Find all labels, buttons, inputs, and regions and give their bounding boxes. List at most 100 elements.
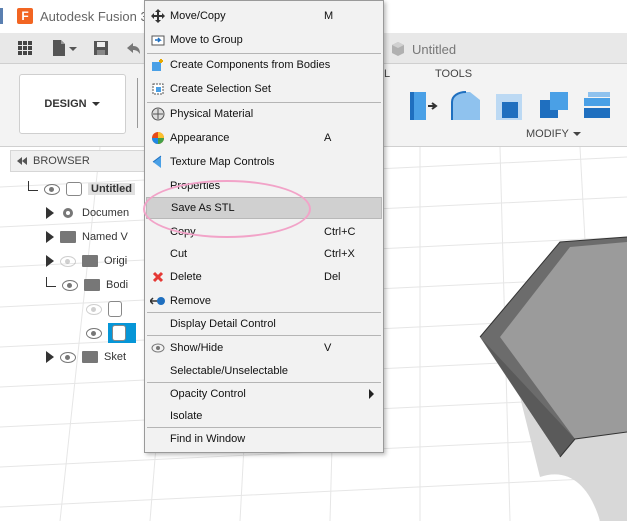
menu-label: Display Detail Control	[170, 318, 276, 330]
menu-item-display-detail-control[interactable]: Display Detail Control	[146, 313, 382, 335]
menu-label: Show/Hide	[170, 342, 224, 354]
expand-icon[interactable]	[46, 231, 54, 243]
menu-label: Physical Material	[170, 108, 254, 120]
tree-label: Named V	[82, 231, 128, 243]
tree-label: Bodi	[106, 279, 129, 291]
blank-icon	[150, 363, 166, 379]
menu-label: Appearance	[170, 132, 230, 144]
tree-row-named-views[interactable]: Named V	[46, 226, 128, 248]
window-edge-marker	[0, 8, 3, 24]
menu-separator	[147, 335, 381, 336]
3d-model[interactable]	[479, 236, 627, 521]
menu-item-isolate[interactable]: Isolate	[146, 405, 382, 427]
blank-icon	[150, 408, 166, 424]
selected-body[interactable]	[108, 323, 136, 343]
menu-label: Save As STL	[171, 202, 235, 214]
undo-icon[interactable]	[124, 39, 142, 57]
menu-item-remove[interactable]: Remove	[146, 290, 382, 312]
menu-item-find-in-window[interactable]: Find in Window	[146, 428, 382, 450]
workspace-label: DESIGN	[44, 98, 87, 110]
texture-map-icon	[150, 154, 166, 170]
tree-label: Documen	[82, 207, 130, 219]
workspace-switcher-button[interactable]: DESIGN	[19, 74, 126, 134]
browser-panel-header[interactable]: BROWSER	[10, 150, 150, 172]
expand-icon[interactable]	[46, 207, 54, 219]
tree-row-document-settings[interactable]: Documen	[46, 202, 129, 224]
collapse-panel-icon[interactable]	[17, 157, 27, 165]
menu-item-move-copy[interactable]: Move/Copy M	[146, 5, 382, 27]
menu-shortcut: M	[324, 10, 334, 22]
menu-item-delete[interactable]: Delete Del	[146, 266, 382, 288]
document-title: Untitled	[412, 41, 457, 57]
menu-item-selectable-unselectable[interactable]: Selectable/Unselectable	[146, 360, 382, 382]
modify-label: MODIFY	[526, 128, 569, 140]
menu-item-move-to-group[interactable]: Move to Group	[146, 29, 382, 51]
menu-shortcut: V	[324, 342, 332, 354]
chevron-down-icon[interactable]	[68, 39, 78, 57]
tree-label: Sket	[104, 351, 127, 363]
menu-item-copy[interactable]: Copy Ctrl+C	[146, 221, 382, 243]
blank-icon	[150, 178, 166, 194]
move-icon	[150, 8, 166, 24]
menu-item-properties[interactable]: Properties	[146, 175, 382, 197]
grid-menu-icon[interactable]	[16, 39, 34, 57]
fusion-logo-icon: F	[17, 8, 33, 24]
selection-set-icon	[150, 81, 166, 97]
delete-icon	[150, 269, 166, 285]
menu-item-create-selection-set[interactable]: Create Selection Set	[146, 78, 382, 100]
tree-row-body1[interactable]	[86, 298, 128, 320]
folder-icon	[82, 351, 98, 363]
tab-tools[interactable]: TOOLS	[435, 68, 472, 80]
menu-shortcut: Del	[324, 271, 341, 283]
menu-label: Create Selection Set	[170, 83, 271, 95]
chamfer-icon[interactable]	[492, 88, 528, 124]
menu-item-opacity-control[interactable]: Opacity Control	[146, 383, 382, 405]
menu-item-texture-map-controls[interactable]: Texture Map Controls	[146, 151, 382, 173]
browser-title: BROWSER	[33, 155, 90, 167]
eye-hidden-icon[interactable]	[86, 303, 102, 315]
menu-label: Texture Map Controls	[170, 156, 275, 168]
body-icon	[108, 301, 122, 317]
folder-icon	[82, 255, 98, 267]
expand-icon[interactable]	[46, 255, 54, 267]
expand-open-icon[interactable]	[46, 277, 56, 287]
shell-icon[interactable]	[536, 88, 572, 124]
tree-label: Untitled	[88, 183, 135, 195]
eye-hidden-icon[interactable]	[60, 255, 76, 267]
tree-row-root[interactable]: Untitled	[28, 178, 135, 200]
eye-icon[interactable]	[62, 279, 78, 291]
file-icon[interactable]	[50, 39, 68, 57]
menu-item-show-hide[interactable]: Show/Hide V	[146, 337, 382, 359]
expand-open-icon[interactable]	[28, 181, 38, 191]
menu-item-appearance[interactable]: Appearance A	[146, 127, 382, 149]
menu-label: Remove	[170, 295, 211, 307]
fillet-icon[interactable]	[448, 88, 484, 124]
create-components-icon	[150, 57, 166, 73]
menu-item-physical-material[interactable]: Physical Material	[146, 103, 382, 125]
combine-icon[interactable]	[580, 88, 616, 124]
physical-material-icon	[150, 106, 166, 122]
menu-label: Isolate	[170, 410, 203, 422]
ribbon-divider	[137, 78, 138, 128]
ribbon-tab-partial[interactable]: L	[384, 68, 390, 80]
menu-item-create-components[interactable]: Create Components from Bodies	[146, 54, 382, 76]
save-icon[interactable]	[92, 39, 110, 57]
tree-row-sketches[interactable]: Sket	[46, 346, 126, 368]
tree-row-bodies[interactable]: Bodi	[46, 274, 128, 296]
body-icon	[112, 325, 126, 341]
eye-icon[interactable]	[60, 351, 76, 363]
context-menu: Move/Copy M Move to Group Create Compone…	[144, 0, 384, 453]
menu-item-save-as-stl[interactable]: Save As STL	[146, 197, 382, 219]
menu-label: Move/Copy	[170, 10, 226, 22]
menu-item-cut[interactable]: Cut Ctrl+X	[146, 243, 382, 265]
blank-icon	[150, 431, 166, 447]
modify-dropdown[interactable]: MODIFY	[526, 128, 581, 140]
press-pull-icon[interactable]	[404, 88, 440, 124]
expand-icon[interactable]	[46, 351, 54, 363]
tree-row-body2[interactable]	[86, 322, 136, 344]
blank-icon	[150, 386, 166, 402]
eye-icon[interactable]	[44, 183, 60, 195]
document-tab[interactable]: Untitled	[390, 38, 456, 60]
eye-icon[interactable]	[86, 327, 102, 339]
tree-row-origin[interactable]: Origi	[46, 250, 127, 272]
